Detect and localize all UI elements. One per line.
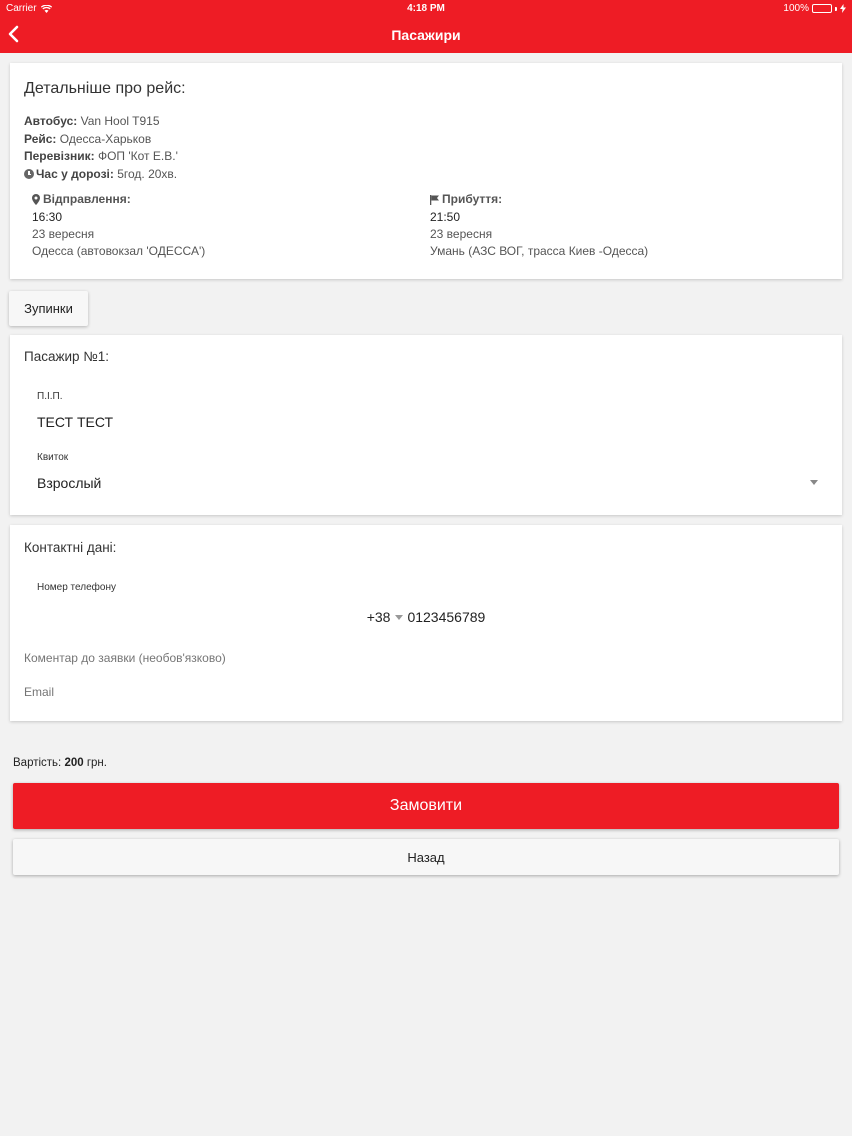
carrier-info: Перевізник: ФОП 'Кот Е.В.' [24, 148, 178, 166]
departure-place: Одесса (автовокзал 'ОДЕССА') [32, 244, 206, 258]
ticket-label: Квиток [37, 452, 69, 463]
page-title: Пасажири [391, 27, 461, 43]
carrier-value: ФОП 'Кот Е.В.' [97, 149, 178, 163]
arrival-date: 23 вересня [430, 227, 493, 241]
flag-icon [430, 194, 439, 205]
duration-label: Час у дорозі: [36, 166, 114, 181]
trip-details-card: Детальніше про рейс: Автобус: Van Hool T… [10, 63, 842, 279]
battery-tip [835, 6, 837, 11]
arrival-label-row: Прибуття: [430, 191, 648, 208]
arrival-label: Прибуття: [442, 192, 503, 206]
email-input[interactable] [24, 685, 824, 699]
name-field[interactable]: ТЕСТ ТЕСТ [37, 414, 113, 430]
name-label: П.І.П. [37, 391, 63, 402]
phone-label: Номер телефону [37, 582, 116, 593]
departure-date: 23 вересня [32, 227, 95, 241]
arrival-place: Умань (АЗС ВОГ, трасса Киев -Одесса) [430, 244, 649, 258]
contacts-card: Контактні дані: Номер телефону +38 012345… [10, 525, 842, 721]
battery-percent: 100% [783, 3, 809, 14]
phone-country-code[interactable]: +38 [367, 609, 391, 625]
departure-time: 16:30 [32, 210, 63, 224]
clock-icon [24, 168, 34, 179]
bus-label: Автобус: [24, 114, 78, 128]
battery-indicator: 100% [783, 0, 846, 17]
phone-number-input[interactable]: 0123456789 [407, 609, 485, 625]
route-info: Рейс: Одесса-Харьков [24, 131, 178, 149]
map-pin-icon [32, 194, 40, 205]
duration-info: Час у дорозі: 5год. 20хв. [24, 166, 178, 184]
arrival-time: 21:50 [430, 210, 461, 224]
carrier-label: Перевізник: [24, 149, 95, 163]
route-value: Одесса-Харьков [59, 131, 152, 146]
stops-button[interactable]: Зупинки [9, 291, 88, 326]
country-code-dropdown-icon[interactable] [395, 614, 404, 620]
passenger-title: Пасажир №1: [24, 349, 110, 364]
comment-input[interactable] [24, 651, 824, 665]
battery-icon [812, 4, 832, 13]
app-header: Carrier 4:18 PM 100% Пасажири [0, 0, 852, 53]
departure-label: Відправлення: [43, 192, 131, 206]
price-currency: грн. [86, 757, 107, 769]
price-amount: 200 [64, 757, 84, 769]
status-bar: Carrier 4:18 PM 100% [0, 0, 852, 17]
charging-bolt-icon [840, 4, 846, 13]
price-label: Вартість: [13, 757, 62, 769]
bus-value: Van Hool T915 [80, 114, 160, 128]
passenger-card: Пасажир №1: П.І.П. ТЕСТ ТЕСТ Квиток Взро… [10, 335, 842, 515]
phone-field: +38 0123456789 [10, 609, 842, 625]
price-line: Вартість: 200 грн. [13, 757, 107, 769]
ticket-select[interactable]: Взрослый [37, 475, 817, 491]
trip-info-list: Автобус: Van Hool T915 Рейс: Одесса-Харь… [24, 113, 178, 183]
chevron-down-icon[interactable] [810, 480, 818, 485]
contacts-title: Контактні дані: [24, 540, 117, 555]
departure-block: Відправлення: 16:30 23 вересня Одесса (а… [32, 191, 205, 260]
order-button[interactable]: Замовити [13, 783, 839, 829]
status-time: 4:18 PM [407, 3, 445, 14]
trip-details-title: Детальніше про рейс: [24, 80, 186, 97]
departure-label-row: Відправлення: [32, 191, 205, 208]
route-label: Рейс: [24, 131, 57, 146]
bus-info: Автобус: Van Hool T915 [24, 113, 178, 131]
arrival-block: Прибуття: 21:50 23 вересня Умань (АЗС ВО… [430, 191, 648, 260]
back-button[interactable]: Назад [13, 839, 839, 875]
duration-value: 5год. 20хв. [117, 166, 178, 181]
